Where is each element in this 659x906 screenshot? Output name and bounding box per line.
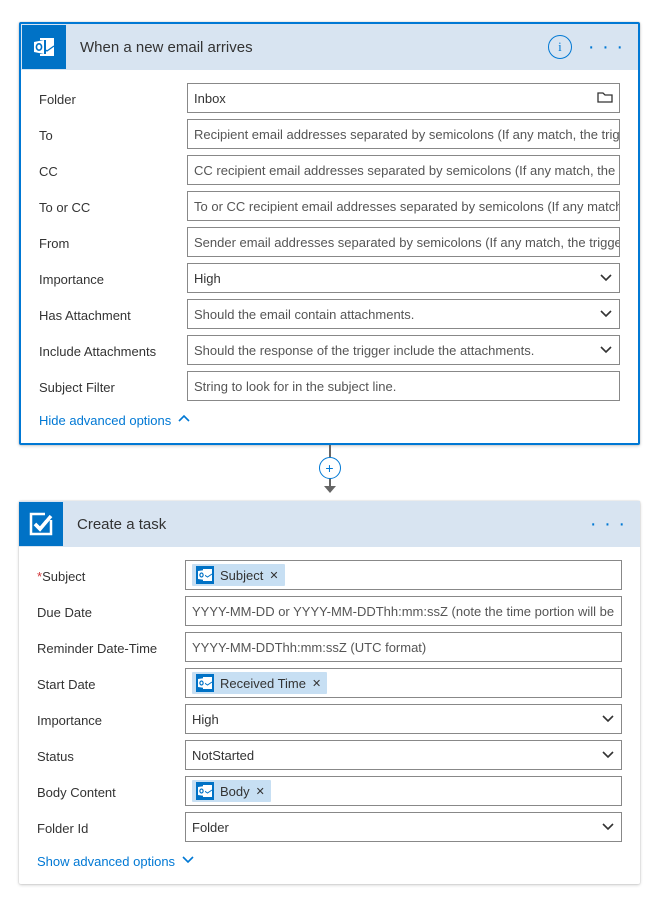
bodycontent-input[interactable]: Body ✕ — [185, 776, 622, 806]
to-input[interactable]: Recipient email addresses separated by s… — [187, 119, 620, 149]
chevron-down-icon — [601, 748, 615, 762]
action-header[interactable]: Create a task · · · — [19, 501, 640, 547]
toorcc-label: To or CC — [39, 198, 187, 215]
hasatt-placeholder: Should the email contain attachments. — [194, 307, 599, 322]
folderid-select[interactable]: Folder — [185, 812, 622, 842]
from-input[interactable]: Sender email addresses separated by semi… — [187, 227, 620, 257]
remove-token-icon[interactable]: ✕ — [256, 785, 265, 798]
reminder-label: Reminder Date-Time — [37, 639, 185, 656]
cc-input[interactable]: CC recipient email addresses separated b… — [187, 155, 620, 185]
importance-label: Importance — [37, 711, 185, 728]
includeatt-placeholder: Should the response of the trigger inclu… — [194, 343, 599, 358]
token-label: Subject — [220, 568, 263, 583]
startdate-label: Start Date — [37, 675, 185, 692]
hasatt-select[interactable]: Should the email contain attachments. — [187, 299, 620, 329]
subjectfilter-label: Subject Filter — [39, 378, 187, 395]
more-menu-icon[interactable]: · · · — [584, 513, 632, 536]
chevron-down-icon — [599, 271, 613, 285]
chevron-down-icon — [181, 853, 195, 870]
add-step-button[interactable]: + — [319, 457, 341, 479]
status-value: NotStarted — [192, 748, 254, 763]
folder-input[interactable]: Inbox — [187, 83, 620, 113]
outlook-icon — [196, 674, 214, 692]
dynamic-token-subject[interactable]: Subject ✕ — [192, 564, 285, 586]
more-menu-icon[interactable]: · · · — [582, 36, 630, 59]
token-label: Body — [220, 784, 250, 799]
status-select[interactable]: NotStarted — [185, 740, 622, 770]
outlook-icon — [196, 782, 214, 800]
to-label: To — [39, 126, 187, 143]
from-label: From — [39, 234, 187, 251]
importance-value: High — [194, 271, 221, 286]
importance-value: High — [192, 712, 219, 727]
dynamic-token-receivedtime[interactable]: Received Time ✕ — [192, 672, 327, 694]
importance-select[interactable]: High — [187, 263, 620, 293]
folder-value: Inbox — [194, 91, 226, 106]
subject-label: *Subject — [37, 567, 185, 584]
remove-token-icon[interactable]: ✕ — [269, 569, 278, 582]
importance-label: Importance — [39, 270, 187, 287]
subject-input[interactable]: Subject ✕ — [185, 560, 622, 590]
chevron-down-icon — [601, 820, 615, 834]
trigger-title: When a new email arrives — [66, 39, 548, 56]
toorcc-input[interactable]: To or CC recipient email addresses separ… — [187, 191, 620, 221]
tasks-icon — [19, 502, 63, 546]
duedate-label: Due Date — [37, 603, 185, 620]
info-icon[interactable]: i — [548, 35, 572, 59]
hasatt-label: Has Attachment — [39, 306, 187, 323]
reminder-input[interactable]: YYYY-MM-DDThh:mm:ssZ (UTC format) — [185, 632, 622, 662]
folderid-value: Folder — [192, 820, 229, 835]
chevron-up-icon — [177, 412, 191, 429]
token-label: Received Time — [220, 676, 306, 691]
arrow-down-icon — [321, 477, 339, 495]
duedate-input[interactable]: YYYY-MM-DD or YYYY-MM-DDThh:mm:ssZ (note… — [185, 596, 622, 626]
chevron-down-icon — [601, 712, 615, 726]
folder-label: Folder — [39, 90, 187, 107]
cc-label: CC — [39, 162, 187, 179]
includeatt-select[interactable]: Should the response of the trigger inclu… — [187, 335, 620, 365]
hide-advanced-link[interactable]: Hide advanced options — [39, 412, 620, 429]
flow-connector: + — [16, 445, 643, 501]
action-title: Create a task — [63, 516, 584, 533]
chevron-down-icon — [599, 307, 613, 321]
folder-picker-icon[interactable] — [597, 89, 613, 107]
outlook-icon — [196, 566, 214, 584]
importance-select[interactable]: High — [185, 704, 622, 734]
startdate-input[interactable]: Received Time ✕ — [185, 668, 622, 698]
remove-token-icon[interactable]: ✕ — [312, 677, 321, 690]
chevron-down-icon — [599, 343, 613, 357]
trigger-card: When a new email arrives i · · · Folder … — [19, 22, 640, 445]
show-advanced-link[interactable]: Show advanced options — [37, 853, 622, 870]
hide-advanced-label: Hide advanced options — [39, 413, 171, 428]
outlook-icon — [22, 25, 66, 69]
includeatt-label: Include Attachments — [39, 342, 187, 359]
subjectfilter-input[interactable]: String to look for in the subject line. — [187, 371, 620, 401]
bodycontent-label: Body Content — [37, 783, 185, 800]
show-advanced-label: Show advanced options — [37, 854, 175, 869]
status-label: Status — [37, 747, 185, 764]
folderid-label: Folder Id — [37, 819, 185, 836]
trigger-header[interactable]: When a new email arrives i · · · — [21, 24, 638, 70]
action-card: Create a task · · · *Subject Subject ✕ D… — [19, 501, 640, 884]
dynamic-token-body[interactable]: Body ✕ — [192, 780, 271, 802]
